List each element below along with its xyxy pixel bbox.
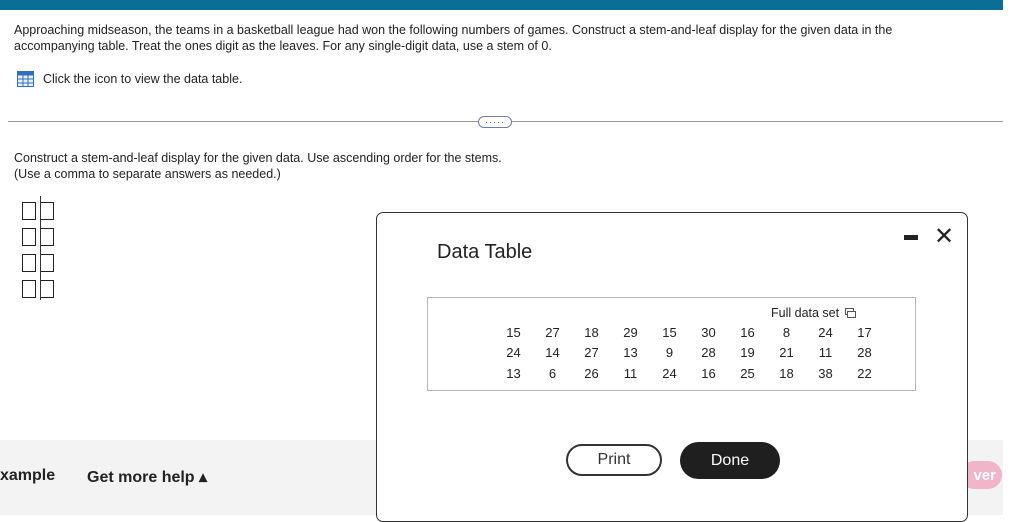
instructions-line-2: (Use a comma to separate answers as need… bbox=[14, 167, 281, 181]
stem-input[interactable] bbox=[22, 254, 36, 272]
stem-leaf-separator bbox=[40, 196, 41, 300]
instructions-line-1: Construct a stem-and-leaf display for th… bbox=[14, 151, 502, 165]
table-cell: 28 bbox=[857, 345, 872, 361]
dialog-title: Data Table bbox=[437, 241, 533, 263]
leaf-input[interactable] bbox=[40, 280, 54, 298]
table-cell: 8 bbox=[782, 324, 791, 340]
table-cell: 13 bbox=[506, 365, 521, 381]
table-cell: 24 bbox=[506, 345, 521, 361]
full-data-set-link[interactable]: Full data set bbox=[771, 306, 857, 320]
stem-input[interactable] bbox=[22, 228, 36, 246]
question-text: Approaching midseason, the teams in a ba… bbox=[14, 23, 893, 53]
view-example-button[interactable]: xample bbox=[0, 467, 55, 485]
top-bar bbox=[0, 0, 1003, 10]
minimize-icon[interactable] bbox=[904, 235, 918, 240]
instructions: Construct a stem-and-leaf display for th… bbox=[14, 150, 502, 182]
stem-leaf-row bbox=[22, 250, 54, 276]
table-cell: 11 bbox=[623, 365, 638, 381]
table-cell: 6 bbox=[548, 365, 557, 381]
data-values-table: 15 27 18 29 15 30 16 8 24 17 24 14 27 13 9 28 19 21 11 28 13… bbox=[494, 322, 884, 384]
table-cell: 14 bbox=[545, 345, 560, 361]
stem-input[interactable] bbox=[22, 280, 36, 298]
data-table-box: Full data set 15 27 18 29 15 30 16 8 24 17 24 14 27 1… bbox=[427, 297, 916, 391]
stem-leaf-answer-grid bbox=[22, 198, 54, 302]
get-more-help-button[interactable]: Get more help ▴ bbox=[87, 467, 207, 487]
table-cell: 27 bbox=[545, 324, 560, 340]
stem-leaf-row bbox=[22, 198, 54, 224]
done-button[interactable]: Done bbox=[680, 442, 780, 479]
table-cell: 11 bbox=[818, 345, 833, 361]
table-cell: 30 bbox=[701, 324, 716, 340]
data-table-dialog: Data Table ✕ Full data set 15 27 18 29 15 30 1… bbox=[376, 212, 968, 522]
table-cell: 16 bbox=[740, 324, 755, 340]
print-button[interactable]: Print bbox=[566, 444, 662, 476]
table-cell: 15 bbox=[662, 324, 677, 340]
table-cell: 18 bbox=[584, 324, 599, 340]
table-cell: 22 bbox=[857, 365, 872, 381]
table-cell: 15 bbox=[506, 324, 521, 340]
stem-leaf-row bbox=[22, 224, 54, 250]
table-cell: 24 bbox=[662, 365, 677, 381]
table-cell: 29 bbox=[623, 324, 638, 340]
stem-leaf-row bbox=[22, 276, 54, 302]
expand-button[interactable]: ····· bbox=[478, 116, 512, 128]
table-cell: 21 bbox=[779, 345, 794, 361]
leaf-input[interactable] bbox=[40, 254, 54, 272]
table-row: 13 6 26 11 24 16 25 18 38 22 bbox=[494, 363, 884, 384]
table-cell: 26 bbox=[584, 365, 599, 381]
table-cell: 13 bbox=[623, 345, 638, 361]
table-cell: 28 bbox=[701, 345, 716, 361]
leaf-input[interactable] bbox=[40, 202, 54, 220]
table-cell: 16 bbox=[701, 365, 716, 381]
table-cell: 25 bbox=[740, 365, 755, 381]
full-data-set-label[interactable]: Full data set bbox=[771, 306, 839, 320]
copy-icon[interactable] bbox=[845, 308, 857, 318]
table-row: 24 14 27 13 9 28 19 21 11 28 bbox=[494, 343, 884, 364]
table-icon[interactable] bbox=[17, 71, 34, 87]
table-cell: 9 bbox=[665, 345, 674, 361]
table-cell: 19 bbox=[740, 345, 755, 361]
stem-input[interactable] bbox=[22, 202, 36, 220]
data-table-link-row[interactable]: Click the icon to view the data table. bbox=[17, 71, 242, 87]
table-cell: 17 bbox=[857, 324, 872, 340]
table-cell: 18 bbox=[779, 365, 794, 381]
close-icon[interactable]: ✕ bbox=[934, 225, 954, 249]
table-cell: 38 bbox=[818, 365, 833, 381]
leaf-input[interactable] bbox=[40, 228, 54, 246]
table-cell: 24 bbox=[818, 324, 833, 340]
data-table-link[interactable]: Click the icon to view the data table. bbox=[43, 72, 242, 86]
table-cell: 27 bbox=[584, 345, 599, 361]
table-row: 15 27 18 29 15 30 16 8 24 17 bbox=[494, 322, 884, 343]
